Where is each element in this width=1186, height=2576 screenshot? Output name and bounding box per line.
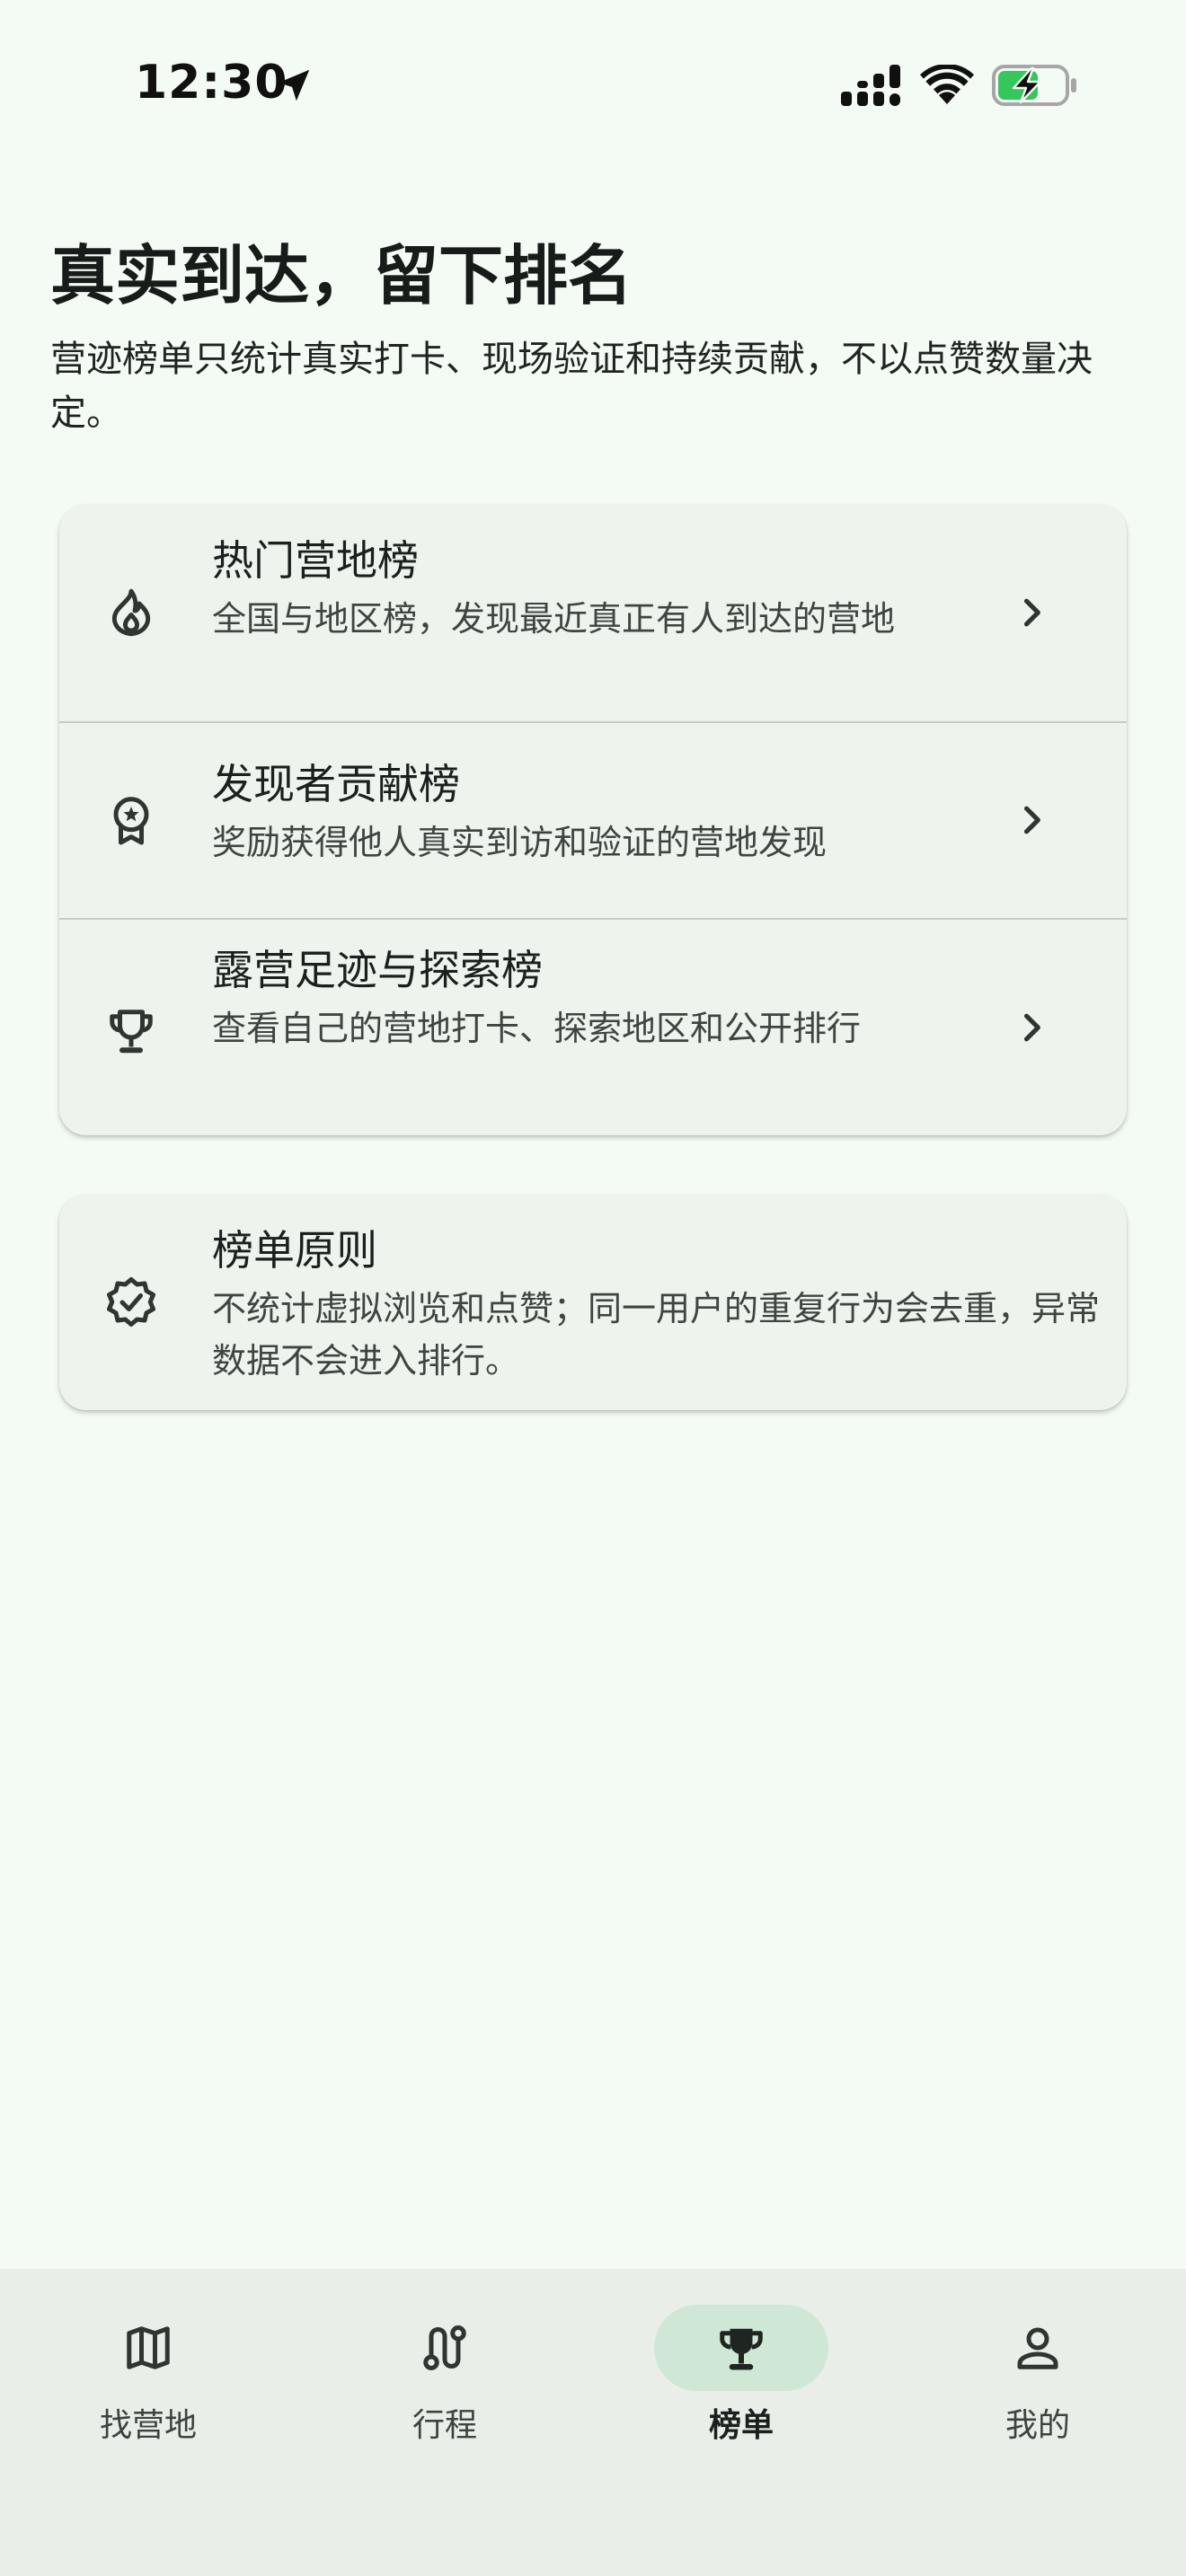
cellular-signal-icon (841, 65, 900, 106)
nav-label: 行程 (412, 2407, 477, 2444)
leaderboard-description: 奖励获得他人真实到访和验证的营地发现 (212, 823, 828, 862)
leaderboard-row-footprint-exploration[interactable]: 露营足迹与探索榜 查看自己的营地打卡、探索地区和公开排行 (59, 920, 1127, 1135)
person-icon (1017, 2327, 1058, 2369)
route-icon (423, 2325, 466, 2370)
chevron-right-icon (1023, 598, 1040, 627)
principles-description: 不统计虚拟浏览和点赞；同一用户的重复行为会去重，异常数据不会进入排行。 (212, 1289, 1101, 1381)
leaderboards-card: 热门营地榜 全国与地区榜，发现最近真正有人到达的营地 发现者贡献榜 奖励获得他人… (59, 505, 1127, 1135)
trophy-icon (110, 1010, 153, 1054)
verified-badge-icon (107, 1277, 155, 1327)
nav-tab-profile[interactable]: 我的 (890, 2269, 1186, 2493)
principles-card: 榜单原则 不统计虚拟浏览和点赞；同一用户的重复行为会去重，异常数据不会进入排行。 (59, 1195, 1127, 1410)
leaderboard-row-discoverer-contribution[interactable]: 发现者贡献榜 奖励获得他人真实到访和验证的营地发现 (59, 723, 1127, 917)
principles-title: 榜单原则 (212, 1226, 377, 1275)
battery-charging-icon (992, 65, 1076, 106)
nav-label: 找营地 (99, 2407, 197, 2444)
location-arrow-icon (278, 69, 310, 101)
leaderboard-title: 露营足迹与探索榜 (212, 946, 543, 994)
nav-label: 我的 (1005, 2407, 1070, 2444)
award-badge-icon (113, 797, 149, 845)
page-subtitle: 营迹榜单只统计真实打卡、现场验证和持续贡献，不以点赞数量决定。 (50, 339, 1093, 434)
status-bar: 12:30 (0, 0, 1186, 171)
status-time: 12:30 (135, 56, 288, 110)
wifi-icon (920, 65, 974, 104)
nav-tab-find-camps[interactable]: 找营地 (0, 2269, 296, 2493)
nav-tab-leaderboard[interactable]: 榜单 (593, 2269, 890, 2493)
page-title: 真实到达，留下排名 (50, 238, 633, 313)
leaderboard-title: 热门营地榜 (212, 536, 419, 585)
chevron-right-icon (1023, 1013, 1040, 1042)
chevron-right-icon (1023, 806, 1040, 834)
leaderboard-description: 全国与地区榜，发现最近真正有人到达的营地 (212, 599, 896, 639)
fire-icon (111, 588, 151, 637)
leaderboard-title: 发现者贡献榜 (212, 760, 460, 808)
leaderboard-description: 查看自己的营地打卡、探索地区和公开排行 (212, 1009, 862, 1048)
trophy-icon (720, 2328, 763, 2370)
nav-label: 榜单 (708, 2407, 774, 2444)
bottom-navigation: 找营地 行程 榜单 我的 (0, 2269, 1186, 2576)
map-icon (127, 2326, 170, 2369)
leaderboard-row-popular-camps[interactable]: 热门营地榜 全国与地区榜，发现最近真正有人到达的营地 (59, 505, 1127, 720)
nav-tab-itinerary[interactable]: 行程 (296, 2269, 593, 2493)
